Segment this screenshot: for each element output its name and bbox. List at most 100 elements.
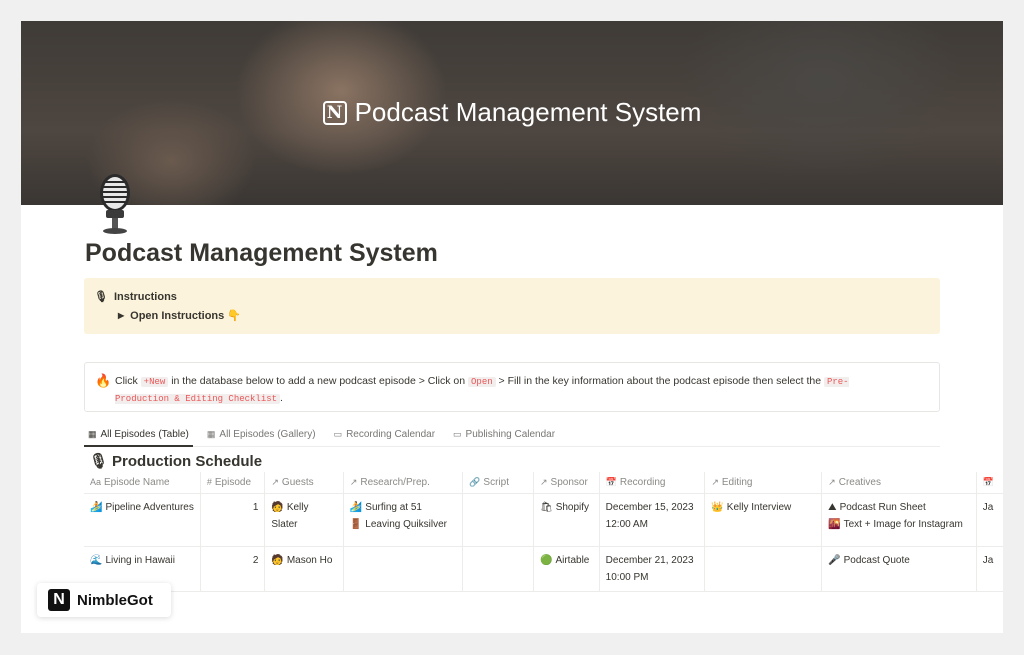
sponsor-link[interactable]: Airtable	[555, 555, 589, 566]
column-label[interactable]: Creatives	[839, 477, 881, 488]
episode-number-cell[interactable]: 1	[200, 493, 266, 547]
research-cell[interactable]	[343, 546, 464, 592]
creative-label[interactable]: Podcast Quote	[844, 555, 910, 566]
column-header-sponsor[interactable]: ↗ Sponsor	[533, 472, 600, 494]
microphone-icon[interactable]	[93, 173, 137, 235]
open-code: Open	[468, 377, 496, 387]
usage-note-text: Click +New in the database below to add …	[115, 373, 899, 407]
research-label[interactable]: Leaving Quiksilver	[365, 519, 447, 530]
column-label[interactable]: Recording	[620, 477, 666, 488]
recording-cell[interactable]: December 21, 2023 10:00 PM	[599, 546, 706, 592]
usage-note: 🔥 Click +New in the database below to ad…	[84, 362, 940, 412]
sponsor-link[interactable]: Shopify	[556, 502, 589, 513]
script-cell[interactable]	[462, 493, 534, 547]
sunset-icon: 🌇	[828, 519, 841, 530]
date-property-icon: 📅	[605, 477, 617, 487]
database-title-text[interactable]: Production Schedule	[112, 453, 262, 470]
creative-link[interactable]: 🌇 Text + Image for Instagram	[828, 516, 970, 533]
research-cell[interactable]: 🏄 Surfing at 51 🚪 Leaving Quiksilver	[343, 493, 464, 547]
column-header-research[interactable]: ↗ Research/Prep.	[343, 472, 464, 494]
column-label[interactable]: Guests	[282, 477, 314, 488]
cover-title-text: Podcast Management System	[354, 97, 702, 127]
creatives-cell[interactable]: 🎤 Podcast Quote	[821, 546, 977, 592]
tab-label[interactable]: All Episodes (Gallery)	[219, 429, 315, 440]
microphone-icon: 🎙	[89, 453, 109, 470]
relation-property-icon: ↗	[349, 477, 358, 487]
column-label[interactable]: Editing	[722, 477, 753, 488]
guest-link[interactable]: Mason Ho	[287, 555, 333, 566]
creative-link[interactable]: ⛰ Podcast Run Sheet	[828, 499, 970, 516]
sponsor-cell[interactable]: 🛍 Shopify	[533, 493, 600, 547]
guests-cell[interactable]: 🧑 Mason Ho	[264, 546, 344, 592]
tab-label[interactable]: Publishing Calendar	[466, 429, 556, 440]
column-header-guests[interactable]: ↗ Guests	[264, 472, 344, 494]
note-text: .	[280, 392, 283, 404]
table-row[interactable]: 🌊 Living in Hawaii 2 🧑 Mason Ho 🟢 Airtable …	[84, 546, 1003, 592]
episode-number-cell[interactable]: 2	[200, 546, 266, 592]
production-schedule-table: Aa Episode Name # Episode ↗ Guests ↗ Researc…	[84, 472, 1003, 592]
airtable-icon: 🟢	[540, 555, 553, 566]
sponsor-cell[interactable]: 🟢 Airtable	[533, 546, 600, 592]
cover-image[interactable]: N Podcast Management System	[21, 21, 1003, 205]
calendar-icon: ▭	[453, 429, 462, 439]
notion-page: N Podcast Management System Podcast Mana…	[21, 21, 1003, 633]
microphone-icon: 🎙	[94, 291, 108, 303]
creatives-cell[interactable]: ⛰ Podcast Run Sheet 🌇 Text + Image for Ins…	[821, 493, 977, 547]
date-property-icon: 📅	[982, 477, 994, 487]
research-label[interactable]: Surfing at 51	[365, 502, 422, 513]
tab-publishing-calendar[interactable]: ▭ Publishing Calendar	[449, 424, 559, 445]
column-label[interactable]: Script	[483, 477, 509, 488]
research-link[interactable]: 🚪 Leaving Quiksilver	[350, 516, 456, 533]
table-row[interactable]: 🏄 Pipeline Adventures 1 🧑 Kelly Slater 🏄 Su…	[84, 493, 1003, 547]
creative-label[interactable]: Text + Image for Instagram	[844, 519, 963, 530]
column-header-episode-name[interactable]: Aa Episode Name	[84, 472, 201, 494]
column-header-episode[interactable]: # Episode	[200, 472, 266, 494]
tab-recording-calendar[interactable]: ▭ Recording Calendar	[330, 424, 439, 445]
publishing-cell[interactable]: Ja	[976, 546, 1003, 592]
note-text: in the database below to add a new podca…	[168, 375, 469, 387]
cover-title: N Podcast Management System	[21, 97, 1003, 128]
toggle-label[interactable]: Open Instructions 👇	[130, 309, 241, 322]
column-label[interactable]: Sponsor	[551, 477, 588, 488]
column-header-script[interactable]: 🔗 Script	[462, 472, 534, 494]
tab-all-episodes-table[interactable]: ▦ All Episodes (Table)	[84, 424, 193, 447]
column-header-creatives[interactable]: ↗ Creatives	[821, 472, 977, 494]
callout-heading: Instructions	[113, 290, 177, 303]
episode-name[interactable]: Living in Hawaii	[105, 555, 174, 566]
recording-date: December 15, 2023	[605, 502, 694, 513]
column-header-publishing[interactable]: 📅	[976, 472, 1003, 494]
open-instructions-toggle[interactable]: ▶ Open Instructions 👇	[118, 309, 241, 322]
database-title[interactable]: 🎙 Production Schedule	[89, 452, 262, 471]
editing-link[interactable]: Kelly Interview	[727, 502, 791, 513]
creative-label[interactable]: Podcast Run Sheet	[840, 502, 926, 513]
column-header-editing[interactable]: ↗ Editing	[704, 472, 823, 494]
toggle-triangle-icon[interactable]: ▶	[118, 311, 124, 320]
surfer-icon: 🏄	[349, 502, 363, 513]
publishing-cell[interactable]: Ja	[976, 493, 1003, 547]
new-code: +New	[140, 377, 169, 387]
column-label[interactable]: Research/Prep.	[360, 477, 429, 488]
column-label[interactable]: Episode Name	[104, 477, 170, 488]
column-header-recording[interactable]: 📅 Recording	[599, 472, 706, 494]
tab-label[interactable]: All Episodes (Table)	[101, 429, 189, 440]
recording-date: December 21, 2023	[605, 555, 694, 566]
editing-cell[interactable]: 👑 Kelly Interview	[704, 493, 823, 547]
editing-cell[interactable]	[704, 546, 823, 592]
recording-cell[interactable]: December 15, 2023 12:00 AM	[599, 493, 706, 547]
relation-property-icon: ↗	[271, 477, 279, 487]
script-cell[interactable]	[462, 546, 534, 592]
creative-link[interactable]: 🎤 Podcast Quote	[828, 552, 970, 569]
guests-cell[interactable]: 🧑 Kelly Slater	[264, 493, 344, 547]
column-label[interactable]: Episode	[215, 477, 251, 488]
calendar-icon: ▭	[333, 429, 343, 439]
table-icon: ▦	[88, 429, 97, 439]
instructions-callout: 🎙 Instructions ▶ Open Instructions 👇	[84, 278, 940, 334]
relation-property-icon: ↗	[711, 477, 719, 487]
mountain-icon: ⛰	[828, 502, 837, 513]
episode-name-cell[interactable]: 🏄 Pipeline Adventures	[84, 493, 201, 547]
research-link[interactable]: 🏄 Surfing at 51	[350, 499, 456, 516]
tab-all-episodes-gallery[interactable]: ▦ All Episodes (Gallery)	[203, 424, 320, 445]
watermark-label: NimbleGot	[77, 591, 153, 609]
episode-name[interactable]: Pipeline Adventures	[105, 502, 193, 513]
tab-label[interactable]: Recording Calendar	[346, 429, 435, 440]
